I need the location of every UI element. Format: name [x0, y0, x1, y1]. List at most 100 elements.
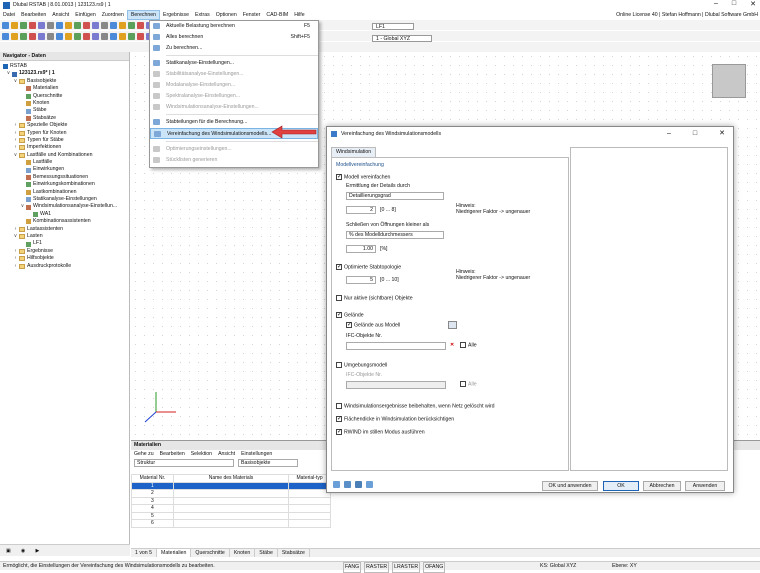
menu-berechnen[interactable]: Berechnen: [126, 10, 161, 20]
maximize-icon[interactable]: □: [732, 0, 736, 8]
menu-item[interactable]: Zu berechnen...: [150, 43, 318, 54]
load-case-combo[interactable]: LF1: [372, 23, 414, 30]
toolbar-icon[interactable]: [101, 21, 108, 29]
tree-item[interactable]: › Typen für Knoten: [0, 130, 129, 137]
tree-model[interactable]: ∨ 123123.rs9* | 1: [0, 70, 129, 77]
bottom-tab[interactable]: Stäbe: [255, 549, 278, 557]
bottom-tab[interactable]: Knoten: [230, 549, 256, 557]
table-row[interactable]: 1: [131, 481, 331, 490]
tab-windsimulation[interactable]: Windsimulation: [331, 147, 377, 157]
tree-item[interactable]: Stäbe: [0, 107, 129, 114]
toolbar-icon[interactable]: [65, 21, 72, 29]
material-name-cell[interactable]: [172, 504, 290, 513]
openings-select[interactable]: % des Modelldurchmessers: [346, 231, 444, 239]
table-row[interactable]: 3: [131, 496, 331, 505]
toolbar-icon[interactable]: [56, 32, 63, 40]
view-cube[interactable]: [712, 64, 746, 98]
toolbar-icon[interactable]: [92, 32, 99, 40]
tree-item[interactable]: ∨ Lasten: [0, 233, 129, 240]
menu-bearbeiten[interactable]: Bearbeiten: [18, 10, 49, 20]
menu-einfgen[interactable]: Einfügen: [72, 10, 98, 20]
ifc2-input[interactable]: [346, 381, 446, 389]
material-type-cell[interactable]: [288, 481, 331, 490]
menu-optionen[interactable]: Optionen: [213, 10, 240, 20]
toolbar-icon[interactable]: [137, 32, 144, 40]
optimized-checkbox[interactable]: [336, 263, 342, 271]
views-tab-icon[interactable]: ▶: [35, 548, 39, 554]
toolbar-icon[interactable]: [38, 21, 45, 29]
toolbar-icon[interactable]: [11, 32, 18, 40]
toolbar-icon[interactable]: [83, 21, 90, 29]
menu-item[interactable]: Windsimulationsanalyse-Einstellungen...: [150, 102, 318, 113]
dialog-maximize-icon[interactable]: □: [693, 127, 697, 141]
snap-toggle[interactable]: RASTER: [364, 562, 390, 573]
menu-fenster[interactable]: Fenster: [240, 10, 264, 20]
menu-zuordnen[interactable]: Zuordnen: [99, 10, 127, 20]
menu-item[interactable]: Stabilitätsanalyse-Einstellungen...: [150, 69, 318, 80]
active-only-checkbox[interactable]: [336, 295, 342, 301]
material-name-cell[interactable]: [172, 481, 290, 490]
tree-item[interactable]: Kombinationsassistenten: [0, 218, 129, 225]
table-row[interactable]: 4: [131, 504, 331, 513]
toolbar-icon[interactable]: [74, 21, 81, 29]
silent-checkbox[interactable]: [336, 428, 342, 436]
tree-item[interactable]: ∨ Lastfälle und Kombinationen: [0, 152, 129, 159]
detail-select[interactable]: Detaillierungsgrad: [346, 192, 444, 200]
toolbar-icon[interactable]: [29, 21, 36, 29]
simplify-checkbox[interactable]: [336, 173, 342, 181]
terrain-pick-icon[interactable]: [448, 321, 457, 329]
foot-icon-3[interactable]: [355, 481, 362, 488]
tree-item[interactable]: Einwirkungen: [0, 166, 129, 173]
thickness-checkbox[interactable]: [336, 415, 342, 423]
toolbar-icon[interactable]: [56, 21, 63, 29]
display-tab-icon[interactable]: ◉: [21, 548, 26, 554]
tree-item[interactable]: Knoten: [0, 100, 129, 107]
tree-item[interactable]: Einwirkungskombinationen: [0, 181, 129, 188]
ifc1-clear-icon[interactable]: ✕: [450, 342, 454, 348]
coordinate-system-combo[interactable]: 1 - Global XYZ: [372, 35, 432, 42]
menu-hilfe[interactable]: Hilfe: [291, 10, 307, 20]
basic-objects-combo[interactable]: Basisobjekte: [238, 459, 298, 467]
material-name-cell[interactable]: [172, 511, 290, 520]
material-name-cell[interactable]: [172, 519, 290, 528]
foot-icon-4[interactable]: [366, 481, 373, 488]
tree-item[interactable]: Querschnitte: [0, 93, 129, 100]
material-name-cell[interactable]: [172, 496, 290, 505]
material-type-cell[interactable]: [288, 489, 331, 498]
menu-item[interactable]: Stücklisten generieren: [150, 155, 318, 166]
toolbar-icon[interactable]: [47, 32, 54, 40]
tree-item[interactable]: WA1: [0, 211, 129, 218]
terrain-model-checkbox[interactable]: [346, 321, 352, 329]
material-type-cell[interactable]: [288, 511, 331, 520]
tree-item[interactable]: ∨ Windsimulationsanalyse-Einstellun...: [0, 203, 129, 210]
snap-toggle[interactable]: FANG: [343, 562, 362, 573]
toolbar-icon[interactable]: [92, 21, 99, 29]
tree-item[interactable]: › Hilfsobjekte: [0, 255, 129, 262]
tree-item[interactable]: Statikanalyse-Einstellungen: [0, 196, 129, 203]
material-name-cell[interactable]: [172, 489, 290, 498]
materials-menu-item[interactable]: Einstellungen: [241, 450, 272, 458]
menu-ergebnisse[interactable]: Ergebnisse: [160, 10, 192, 20]
materials-menu-item[interactable]: Selektion: [191, 450, 212, 458]
snap-toggle[interactable]: OFANG: [423, 562, 446, 573]
dialog-minimize-icon[interactable]: –: [667, 127, 671, 141]
toolbar-icon[interactable]: [38, 32, 45, 40]
foot-icon-1[interactable]: [333, 481, 340, 488]
cancel-button[interactable]: Abbrechen: [643, 481, 681, 491]
toolbar-icon[interactable]: [20, 21, 27, 29]
toolbar-icon[interactable]: [128, 32, 135, 40]
toolbar-icon[interactable]: [110, 32, 117, 40]
menu-item[interactable]: Spektralanalyse-Einstellungen...: [150, 91, 318, 102]
menu-datei[interactable]: Datei: [0, 10, 18, 20]
ok-button[interactable]: OK: [603, 481, 639, 491]
table-row[interactable]: 5: [131, 511, 331, 520]
materials-menu-item[interactable]: Gehe zu: [134, 450, 154, 458]
tree-item[interactable]: Stabsätze: [0, 115, 129, 122]
close-icon[interactable]: ✕: [750, 0, 756, 8]
tree-item[interactable]: › Typen für Stäbe: [0, 137, 129, 144]
alle1-checkbox[interactable]: [460, 342, 466, 348]
alle2-checkbox[interactable]: [460, 381, 466, 387]
toolbar-icon[interactable]: [29, 32, 36, 40]
snap-toggle[interactable]: LRASTER: [392, 562, 421, 573]
surroundings-checkbox[interactable]: [336, 362, 342, 368]
